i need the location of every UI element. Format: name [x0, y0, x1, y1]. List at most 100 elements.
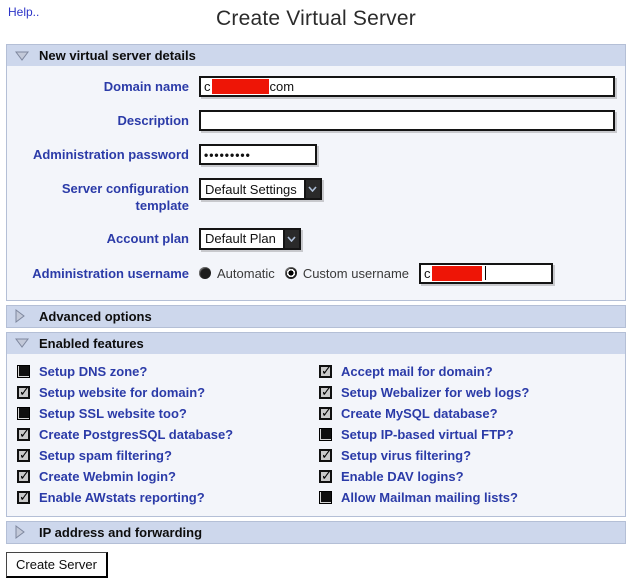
- automatic-radio[interactable]: [199, 267, 211, 280]
- feature-label: Setup DNS zone?: [39, 363, 148, 379]
- checkbox[interactable]: [319, 405, 332, 421]
- section-advanced-header[interactable]: Advanced options: [7, 305, 625, 327]
- expand-arrow-icon[interactable]: [15, 309, 29, 324]
- feature-item[interactable]: Enable AWstats reporting?: [17, 487, 315, 508]
- feature-item[interactable]: Setup virus filtering?: [319, 445, 617, 466]
- section-details-title: New virtual server details: [39, 48, 196, 63]
- feature-label: Setup spam filtering?: [39, 447, 172, 463]
- section-features-header[interactable]: Enabled features: [7, 332, 625, 354]
- feature-item[interactable]: Create MySQL database?: [319, 403, 617, 424]
- checkbox[interactable]: [17, 468, 30, 484]
- section-details-body: Domain name c com Description Administrat…: [7, 66, 625, 300]
- collapse-arrow-icon[interactable]: [15, 51, 29, 61]
- checkbox[interactable]: [17, 364, 30, 378]
- checkbox[interactable]: [319, 384, 332, 400]
- feature-label: Setup IP-based virtual FTP?: [341, 426, 514, 442]
- features-left-column: Setup DNS zone? Setup website for domain…: [17, 361, 315, 508]
- feature-item[interactable]: Accept mail for domain?: [319, 361, 617, 382]
- feature-item[interactable]: Setup SSL website too?: [17, 403, 315, 424]
- password-input[interactable]: •••••••••: [199, 144, 317, 165]
- feature-label: Create PostgresSQL database?: [39, 426, 234, 442]
- description-input[interactable]: [199, 110, 615, 131]
- feature-label: Enable DAV logins?: [341, 468, 464, 484]
- username-label: Administration username: [32, 265, 189, 281]
- template-label: Server configuration template: [61, 181, 189, 213]
- feature-label: Setup virus filtering?: [341, 447, 472, 463]
- section-features-body: Setup DNS zone? Setup website for domain…: [7, 353, 625, 516]
- checkbox[interactable]: [319, 468, 332, 484]
- checkbox[interactable]: [319, 490, 332, 504]
- template-selected-value: Default Settings: [205, 181, 297, 197]
- checkbox[interactable]: [17, 406, 30, 420]
- automatic-radio-label[interactable]: Automatic: [217, 266, 275, 281]
- checkbox[interactable]: [319, 447, 332, 463]
- domain-label: Domain name: [103, 79, 189, 94]
- checkbox[interactable]: [319, 427, 332, 441]
- template-select[interactable]: Default Settings: [199, 178, 322, 200]
- section-ip: IP address and forwarding: [6, 520, 626, 544]
- features-right-column: Accept mail for domain? Setup Webalizer …: [319, 361, 617, 508]
- password-masked-value: •••••••••: [204, 147, 251, 162]
- feature-label: Setup Webalizer for web logs?: [341, 384, 530, 400]
- checkbox[interactable]: [17, 489, 30, 505]
- checkbox[interactable]: [17, 384, 30, 400]
- description-label: Description: [117, 113, 189, 128]
- section-features-title: Enabled features: [39, 335, 144, 351]
- checkbox[interactable]: [17, 426, 30, 442]
- chevron-down-icon: [303, 180, 320, 198]
- custom-username-radio-label[interactable]: Custom username: [303, 266, 409, 281]
- help-link[interactable]: Help..: [8, 5, 39, 19]
- custom-username-input[interactable]: c: [419, 262, 554, 284]
- feature-label: Create MySQL database?: [341, 405, 498, 421]
- plan-selected-value: Default Plan: [205, 231, 276, 247]
- feature-item[interactable]: Setup website for domain?: [17, 382, 315, 403]
- feature-label: Setup website for domain?: [39, 384, 206, 400]
- checkbox[interactable]: [319, 363, 332, 379]
- domain-value-prefix: c: [204, 79, 211, 94]
- section-ip-title: IP address and forwarding: [39, 524, 203, 540]
- section-details: New virtual server details Domain name c…: [6, 44, 626, 301]
- section-features: Enabled features Setup DNS zone? Setup w…: [6, 331, 626, 517]
- page-title: Create Virtual Server: [216, 7, 416, 30]
- username-value-prefix: c: [424, 265, 431, 281]
- plan-label: Account plan: [106, 230, 189, 246]
- sections-container: New virtual server details Domain name c…: [6, 44, 626, 544]
- section-ip-header[interactable]: IP address and forwarding: [7, 521, 625, 543]
- feature-label: Create Webmin login?: [39, 468, 176, 484]
- feature-item[interactable]: Create PostgresSQL database?: [17, 424, 315, 445]
- feature-item[interactable]: Allow Mailman mailing lists?: [319, 487, 617, 508]
- section-advanced-title: Advanced options: [39, 308, 152, 324]
- feature-label: Setup SSL website too?: [39, 405, 187, 421]
- create-server-button[interactable]: Create Server: [6, 551, 108, 578]
- plan-row: Account plan Default Plan: [15, 227, 617, 250]
- password-row: Administration password •••••••••: [15, 144, 617, 165]
- feature-item[interactable]: Create Webmin login?: [17, 466, 315, 487]
- feature-item[interactable]: Setup spam filtering?: [17, 445, 315, 466]
- description-row: Description: [15, 110, 617, 131]
- custom-username-radio[interactable]: [284, 267, 297, 280]
- section-details-header[interactable]: New virtual server details: [7, 45, 625, 66]
- collapse-arrow-icon[interactable]: [15, 338, 29, 349]
- footer: Create Server: [6, 551, 626, 578]
- password-label: Administration password: [32, 147, 189, 162]
- text-cursor: [484, 266, 486, 281]
- template-row: Server configuration template Default Se…: [15, 178, 617, 215]
- username-row: Administration username Automatic Custom…: [15, 262, 617, 284]
- domain-row: Domain name c com: [15, 76, 617, 97]
- top-bar: Help.. Create Virtual Server: [0, 0, 632, 40]
- expand-arrow-icon[interactable]: [15, 525, 29, 540]
- redaction-block: [431, 265, 482, 281]
- feature-item[interactable]: Setup DNS zone?: [17, 361, 315, 382]
- domain-value-suffix: com: [269, 79, 295, 94]
- plan-select[interactable]: Default Plan: [199, 227, 301, 250]
- feature-item[interactable]: Setup IP-based virtual FTP?: [319, 424, 617, 445]
- domain-input[interactable]: c com: [199, 76, 615, 97]
- feature-item[interactable]: Enable DAV logins?: [319, 466, 617, 487]
- chevron-down-icon: [282, 229, 299, 248]
- checkbox[interactable]: [17, 447, 30, 463]
- feature-label: Allow Mailman mailing lists?: [341, 489, 518, 505]
- section-advanced: Advanced options: [6, 304, 626, 328]
- redaction-block: [211, 79, 269, 94]
- feature-item[interactable]: Setup Webalizer for web logs?: [319, 382, 617, 403]
- feature-label: Accept mail for domain?: [341, 363, 493, 379]
